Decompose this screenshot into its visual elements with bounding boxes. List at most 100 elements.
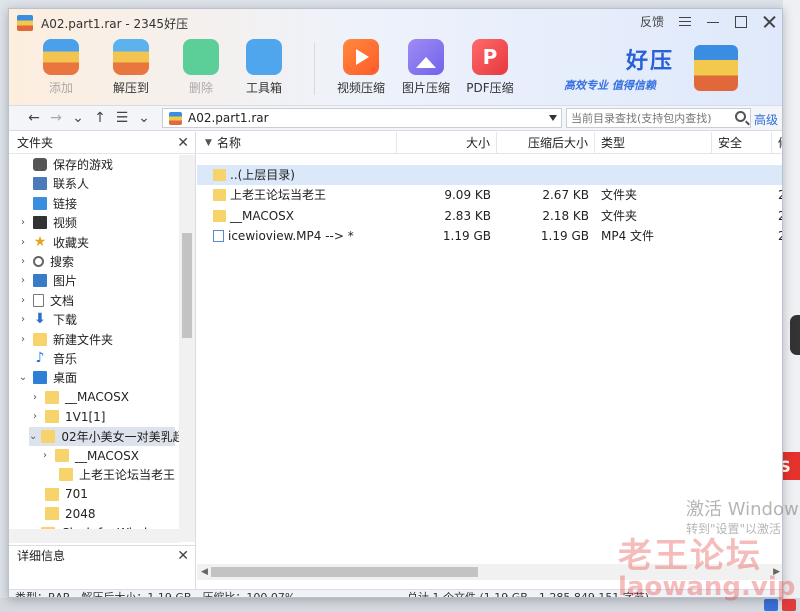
column-size[interactable]: 大小: [397, 132, 497, 154]
tree-item[interactable]: 链接: [17, 194, 175, 213]
extract-button[interactable]: 解压到: [96, 37, 166, 96]
tree-item[interactable]: ♪ 音乐: [17, 349, 175, 368]
expand-toggle-icon[interactable]: ⌄: [29, 431, 37, 442]
column-packed-size[interactable]: 压缩后大小: [497, 132, 595, 154]
expand-toggle-icon[interactable]: ›: [17, 275, 29, 286]
expand-toggle-icon[interactable]: ›: [17, 217, 29, 228]
scrollbar-thumb[interactable]: [182, 233, 192, 338]
side-widget[interactable]: [790, 315, 800, 355]
cell-text: 2.83 KB: [444, 208, 491, 223]
star-icon: ★: [33, 233, 47, 250]
delete-button[interactable]: 删除: [166, 37, 236, 96]
cell-packed: 2.67 KB: [497, 185, 595, 205]
tree-item[interactable]: › ⬇ 下载: [17, 310, 175, 329]
tree-item-label: 收藏夹: [53, 235, 90, 250]
tree-item[interactable]: › 搜索: [17, 252, 175, 271]
tree-item[interactable]: ⌄ 02年小美女一对美乳超: [29, 426, 179, 446]
history-dropdown-icon[interactable]: ⌄: [67, 107, 89, 129]
tree-item[interactable]: 联系人: [17, 174, 175, 193]
archive-info: 类型：RAR，解压后大小：1.19 GB，压缩比：100.07%: [15, 591, 296, 598]
detail-info-header[interactable]: 详细信息 ✕: [9, 545, 195, 565]
scrollbar-thumb[interactable]: [211, 567, 478, 577]
tree-item[interactable]: › __MACOSX: [29, 388, 175, 407]
video-compress-button[interactable]: 视频压缩: [326, 37, 396, 96]
document-icon: [33, 293, 44, 307]
tree-item[interactable]: 2048: [29, 504, 175, 523]
tree-item-label: 701: [65, 487, 88, 502]
cell-text: 上老王论坛当老王: [230, 188, 327, 203]
cell-text: icewioview.MP4 --> *: [228, 228, 354, 243]
expand-toggle-icon[interactable]: ›: [17, 334, 29, 345]
advanced-search-link[interactable]: 高级: [754, 111, 778, 128]
expand-toggle-icon[interactable]: ›: [17, 295, 29, 306]
tree-vertical-scrollbar[interactable]: [179, 155, 195, 542]
column-name[interactable]: ▼ 名称: [197, 132, 397, 154]
cell-text: 文件夹: [601, 208, 638, 223]
tree-item[interactable]: › ★ 收藏夹: [17, 233, 175, 252]
tree-item[interactable]: › __MACOSX: [39, 446, 175, 465]
folder-icon: [213, 189, 226, 202]
table-row[interactable]: ..(上层目录): [197, 165, 782, 185]
folder-icon: [45, 487, 59, 501]
table-row[interactable]: icewioview.MP4 --> * 1.19 GB 1.19 GB MP4 文件…: [197, 226, 782, 246]
expand-toggle-icon[interactable]: ›: [17, 237, 29, 248]
forward-arrow-icon[interactable]: →: [45, 107, 67, 129]
folder-icon: [45, 410, 59, 424]
column-type[interactable]: 类型: [595, 132, 712, 154]
add-button[interactable]: 添加: [26, 37, 96, 96]
column-security[interactable]: 安全: [712, 132, 772, 154]
minimize-icon[interactable]: [706, 15, 720, 29]
tree-item[interactable]: › 新建文件夹: [17, 330, 175, 349]
folder-icon: [41, 429, 56, 443]
search-icon[interactable]: [735, 111, 746, 122]
view-mode-icon[interactable]: ☰: [111, 107, 133, 129]
scroll-left-icon[interactable]: ◀: [201, 567, 208, 577]
back-arrow-icon[interactable]: ←: [23, 107, 45, 129]
extract-icon: [113, 39, 149, 75]
cell-type: 文件夹: [595, 206, 712, 226]
path-dropdown[interactable]: A02.part1.rar: [162, 108, 562, 128]
maximize-icon[interactable]: [734, 15, 748, 29]
toolbar-divider: [314, 43, 315, 95]
tree-item[interactable]: 上老王论坛当老王: [49, 465, 175, 484]
table-row[interactable]: 上老王论坛当老王 9.09 KB 2.67 KB 文件夹 202: [197, 185, 782, 205]
tree-item[interactable]: 701: [29, 485, 175, 504]
folder-icon: [55, 449, 69, 462]
file-list-header: ▼ 名称 大小 压缩后大小 类型 安全 修改: [197, 132, 782, 154]
cell-type: [595, 165, 712, 185]
cell-size: 1.19 GB: [397, 226, 497, 246]
expand-toggle-icon[interactable]: ⌄: [17, 372, 29, 383]
expand-toggle-icon[interactable]: ›: [17, 256, 29, 267]
tree-horizontal-scrollbar[interactable]: [9, 529, 179, 543]
tree-item[interactable]: 保存的游戏: [17, 155, 175, 174]
image-compress-button[interactable]: 图片压缩: [391, 37, 461, 96]
tree-item[interactable]: › 文档: [17, 291, 175, 310]
expand-toggle-icon[interactable]: ›: [39, 450, 51, 461]
column-modified[interactable]: 修改: [772, 132, 782, 154]
tree-item[interactable]: › 1V1[1]: [29, 407, 175, 426]
pdf-compress-button[interactable]: PDF压缩: [455, 37, 525, 96]
cell-name: 上老王论坛当老王: [207, 185, 397, 205]
close-icon[interactable]: [762, 15, 776, 29]
search-box: [566, 108, 751, 128]
close-panel-icon[interactable]: ✕: [177, 135, 189, 151]
video-compress-icon: [343, 39, 379, 75]
view-dropdown-icon[interactable]: ⌄: [133, 107, 155, 129]
tree-item[interactable]: › 视频: [17, 213, 175, 232]
feedback-link[interactable]: 反馈: [640, 13, 664, 30]
toolbox-button[interactable]: 工具箱: [229, 37, 299, 96]
tree-item[interactable]: ⌄ 桌面: [17, 368, 175, 387]
expand-toggle-icon[interactable]: ›: [29, 392, 41, 403]
search-input[interactable]: [567, 109, 727, 127]
tree-item-label: 联系人: [53, 177, 90, 192]
tree-item[interactable]: › 图片: [17, 271, 175, 290]
cell-type: MP4 文件: [595, 226, 712, 246]
menu-icon[interactable]: [678, 15, 692, 29]
close-detail-icon[interactable]: ✕: [177, 548, 189, 564]
expand-toggle-icon[interactable]: ›: [29, 411, 41, 422]
chevron-down-icon[interactable]: [549, 115, 557, 121]
tree-item-label: 保存的游戏: [53, 158, 114, 172]
expand-toggle-icon[interactable]: ›: [17, 314, 29, 325]
table-row[interactable]: __MACOSX 2.83 KB 2.18 KB 文件夹 202: [197, 206, 782, 226]
up-arrow-icon[interactable]: ↑: [89, 107, 111, 129]
